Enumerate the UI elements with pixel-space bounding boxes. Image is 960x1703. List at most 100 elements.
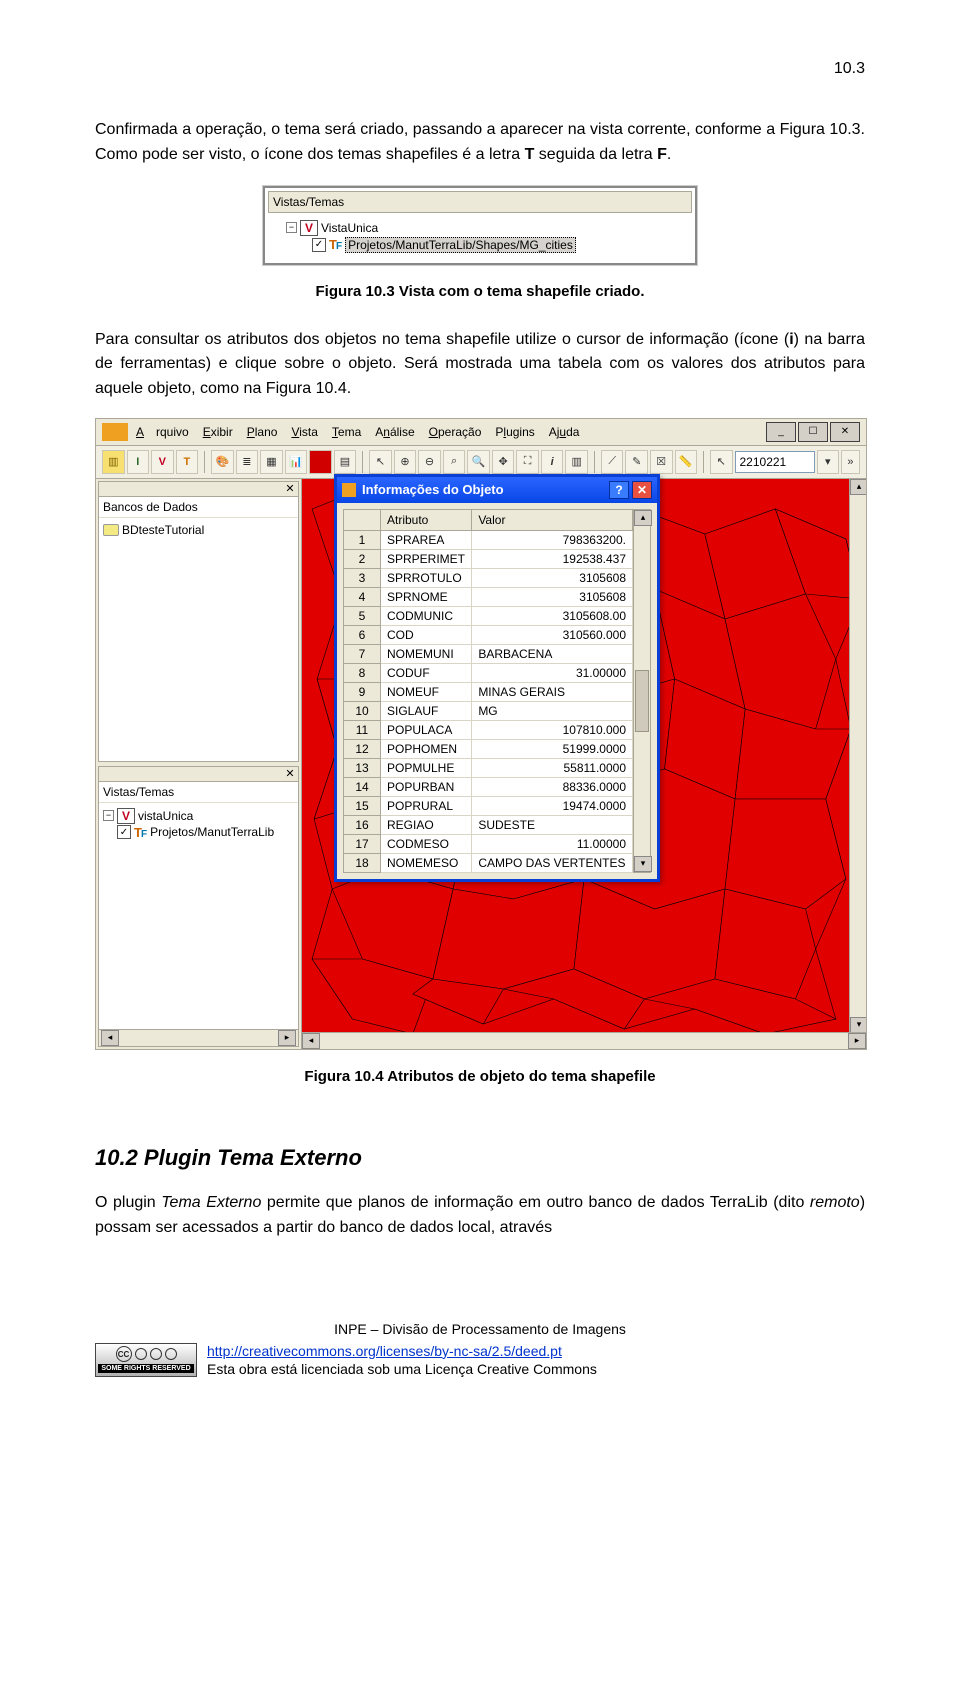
attr-name: SIGLAUF	[381, 701, 472, 720]
table-row[interactable]: 4SPRNOME3105608	[344, 587, 633, 606]
scroll-right-icon[interactable]: ▸	[278, 1030, 296, 1046]
table-row[interactable]: 8CODUF31.00000	[344, 663, 633, 682]
table-row[interactable]: 5CODMUNIC3105608.00	[344, 606, 633, 625]
table-row[interactable]: 14POPURBAN88336.0000	[344, 777, 633, 796]
grid-icon[interactable]: ▤	[334, 450, 357, 474]
table-row[interactable]: 18NOMEMESOCAMPO DAS VERTENTES	[344, 853, 633, 872]
dialog-help-button[interactable]: ?	[609, 481, 629, 499]
menu-ajuda[interactable]: Ajuda	[543, 423, 586, 441]
menu-arquivo[interactable]: Arquivo	[130, 423, 195, 441]
window-close-button[interactable]: ✕	[830, 422, 860, 442]
by-icon	[135, 1348, 147, 1360]
menu-analise[interactable]: Análise	[369, 423, 420, 441]
db-item-label: BDtesteTutorial	[122, 523, 204, 537]
menu-bar: Arquivo Exibir Plano Vista Tema Análise …	[96, 419, 866, 446]
menu-tema[interactable]: Tema	[326, 423, 367, 441]
views-panel-close-icon[interactable]: ✕	[282, 767, 298, 781]
map-vertical-scrollbar[interactable]: ▴ ▾	[849, 479, 866, 1033]
pan-icon[interactable]: ✥	[492, 450, 515, 474]
db-item[interactable]: BDtesteTutorial	[103, 523, 294, 537]
para3-text-a: O plugin	[95, 1194, 161, 1211]
scale-select[interactable]: 2210221	[735, 451, 815, 473]
cc-license-link[interactable]: http://creativecommons.org/licenses/by-n…	[207, 1343, 562, 1359]
chart-icon[interactable]: 📊	[285, 450, 308, 474]
scroll-up-icon[interactable]: ▴	[634, 510, 652, 526]
draw-icon[interactable]: ✎	[625, 450, 648, 474]
table-row[interactable]: 2SPRPERIMET192538.437	[344, 549, 633, 568]
attr-name: NOMEMESO	[381, 853, 472, 872]
attr-name: REGIAO	[381, 815, 472, 834]
menu-vista[interactable]: Vista	[285, 423, 323, 441]
dialog-close-button[interactable]: ✕	[632, 481, 652, 499]
zoom-area-icon[interactable]: ⌕	[443, 450, 466, 474]
pointer-icon[interactable]: ↖	[369, 450, 392, 474]
palette-icon[interactable]: 🎨	[211, 450, 234, 474]
window-minimize-button[interactable]: _	[766, 422, 796, 442]
map-horizontal-scrollbar[interactable]: ◂ ▸	[302, 1032, 866, 1049]
legend-icon[interactable]: ≣	[236, 450, 259, 474]
attr-name: SPRAREA	[381, 530, 472, 549]
table-row[interactable]: 10SIGLAUFMG	[344, 701, 633, 720]
paragraph-1: Confirmada a operação, o tema será criad…	[95, 118, 865, 168]
window-maximize-button[interactable]: ☐	[798, 422, 828, 442]
layers-icon[interactable]: ▦	[260, 450, 283, 474]
scroll-down-icon[interactable]: ▾	[850, 1017, 866, 1033]
table-row[interactable]: 17CODMESO11.00000	[344, 834, 633, 853]
table-row[interactable]: 12POPHOMEN51999.0000	[344, 739, 633, 758]
scroll-left-icon[interactable]: ◂	[101, 1030, 119, 1046]
table-icon[interactable]: ▥	[565, 450, 588, 474]
scroll-down-icon[interactable]: ▾	[634, 856, 652, 872]
view-tool-icon[interactable]: V	[151, 450, 174, 474]
theme-checkbox[interactable]: ✓	[117, 825, 131, 839]
menu-plugins[interactable]: Plugins	[489, 423, 540, 441]
tree-row-theme[interactable]: ✓ TF Projetos/ManutTerraLib/Shapes/MG_ci…	[272, 237, 688, 253]
delete-icon[interactable]: ☒	[650, 450, 673, 474]
collapse-icon[interactable]: −	[286, 222, 297, 233]
info-plane-icon[interactable]: I	[127, 450, 150, 474]
views-panel-scrollbar[interactable]: ◂ ▸	[99, 1029, 298, 1046]
attr-name: POPRURAL	[381, 796, 472, 815]
db-icon[interactable]: ▥	[102, 450, 125, 474]
scrollbar-thumb[interactable]	[635, 670, 649, 732]
table-row[interactable]: 15POPRURAL19474.0000	[344, 796, 633, 815]
collapse-icon[interactable]: −	[103, 810, 114, 821]
dialog-scrollbar[interactable]: ▴ ▾	[633, 509, 651, 873]
theme-tool-icon[interactable]: T	[176, 450, 199, 474]
info-cursor-icon[interactable]: i	[541, 450, 564, 474]
menu-operacao[interactable]: Operação	[423, 423, 488, 441]
theme-checkbox[interactable]: ✓	[312, 238, 326, 252]
net-icon[interactable]: ⟋	[601, 450, 624, 474]
color-box-icon[interactable]	[309, 450, 332, 474]
attr-value: CAMPO DAS VERTENTES	[472, 853, 633, 872]
tree-row-view[interactable]: − V VistaUnica	[272, 220, 688, 236]
menu-exibir[interactable]: Exibir	[197, 423, 239, 441]
scroll-right-icon[interactable]: ▸	[848, 1033, 866, 1049]
theme-item[interactable]: ✓ TF Projetos/ManutTerraLib	[103, 825, 294, 840]
cursor-icon[interactable]: ↖	[710, 450, 733, 474]
ruler-icon[interactable]: 📏	[675, 450, 698, 474]
attr-name: COD	[381, 625, 472, 644]
cc-circle-icon: CC	[116, 1346, 132, 1362]
table-row[interactable]: 1SPRAREA798363200.	[344, 530, 633, 549]
dialog-titlebar[interactable]: Informações do Objeto ? ✕	[337, 477, 657, 503]
table-row[interactable]: 7NOMEMUNIBARBACENA	[344, 644, 633, 663]
table-row[interactable]: 3SPRROTULO3105608	[344, 568, 633, 587]
toolbar-overflow-icon[interactable]: »	[841, 450, 860, 474]
table-row[interactable]: 9NOMEUFMINAS GERAIS	[344, 682, 633, 701]
table-row[interactable]: 13POPMULHE55811.0000	[344, 758, 633, 777]
fit-icon[interactable]: ⛶	[516, 450, 539, 474]
table-row[interactable]: 6COD310560.000	[344, 625, 633, 644]
table-row[interactable]: 11POPULACA107810.000	[344, 720, 633, 739]
zoom-out-icon[interactable]: ⊖	[418, 450, 441, 474]
zoom-in-icon[interactable]: ⊕	[394, 450, 417, 474]
scale-dropdown-icon[interactable]: ▾	[817, 450, 840, 474]
view-item[interactable]: − V vistaUnica	[103, 808, 294, 824]
scroll-left-icon[interactable]: ◂	[302, 1033, 320, 1049]
scroll-up-icon[interactable]: ▴	[850, 479, 866, 495]
db-panel-close-icon[interactable]: ✕	[282, 482, 298, 496]
menu-plano[interactable]: Plano	[241, 423, 284, 441]
para1-text-b: seguida da letra	[534, 146, 657, 163]
para1-text-c: .	[667, 146, 671, 163]
search-icon[interactable]: 🔍	[467, 450, 490, 474]
table-row[interactable]: 16REGIAOSUDESTE	[344, 815, 633, 834]
